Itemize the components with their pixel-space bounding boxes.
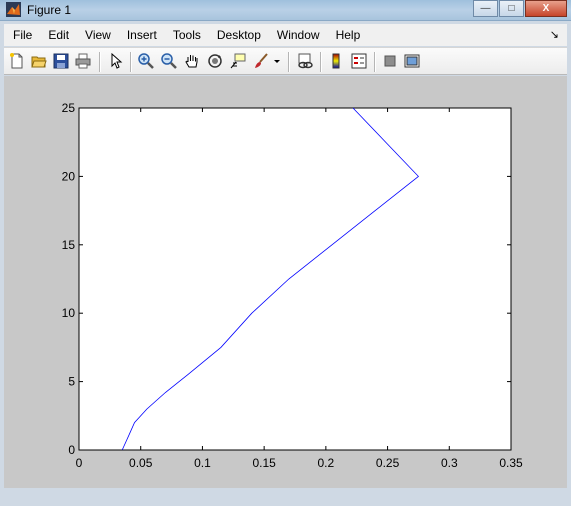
menu-help[interactable]: Help [328,24,369,46]
x-tick-label: 0.2 [318,456,335,470]
figure-window: Figure 1 — □ X File Edit View Insert Too… [0,0,571,506]
menu-bar: File Edit View Insert Tools Desktop Wind… [4,24,567,46]
hide-plot-tools-icon[interactable] [381,52,399,70]
toolbar-separator [320,52,322,72]
x-tick-label: 0.05 [129,456,153,470]
minimize-icon: — [480,3,491,14]
rotate-3d-icon[interactable] [206,52,224,70]
zoom-out-icon[interactable] [160,52,178,70]
y-tick-label: 25 [62,101,76,115]
figure-toolbar [4,47,567,75]
toolbar-separator [288,52,290,72]
toolbar-separator [130,52,132,72]
close-icon: X [542,3,550,14]
new-figure-icon[interactable] [8,52,26,70]
x-tick-label: 0.15 [252,456,276,470]
toolbar-separator [374,52,376,72]
print-figure-icon[interactable] [74,52,92,70]
y-tick-label: 10 [62,306,76,320]
data-cursor-icon[interactable] [229,52,247,70]
edit-plot-icon[interactable] [107,52,125,70]
insert-legend-icon[interactable] [350,52,368,70]
x-tick-label: 0 [76,456,83,470]
menu-tools[interactable]: Tools [165,24,209,46]
x-tick-label: 0.25 [376,456,400,470]
menu-view[interactable]: View [77,24,119,46]
brush-dropdown-icon[interactable] [272,52,282,70]
insert-colorbar-icon[interactable] [327,52,345,70]
window-bottom-border [4,488,567,502]
y-tick-label: 15 [62,238,76,252]
zoom-in-icon[interactable] [137,52,155,70]
close-button[interactable]: X [525,0,567,17]
pan-icon[interactable] [183,52,201,70]
minimize-button[interactable]: — [473,0,498,17]
menu-file[interactable]: File [4,24,40,46]
maximize-button[interactable]: □ [499,0,524,17]
link-plot-icon[interactable] [296,52,314,70]
menu-insert[interactable]: Insert [119,24,165,46]
plot-axes[interactable]: 0 0.05 0.1 0.15 0.2 0.25 0.3 0.35 0 5 10 15 20 25 [4,76,567,488]
toolbar-separator [99,52,101,72]
maximize-icon: □ [508,3,515,14]
y-tick-label: 0 [68,443,75,457]
axes-box [78,107,512,451]
show-plot-tools-icon[interactable] [403,52,421,70]
save-figure-icon[interactable] [52,52,70,70]
matlab-logo-icon [6,2,21,17]
menu-desktop[interactable]: Desktop [209,24,269,46]
y-tick-label: 5 [68,375,75,389]
window-controls: — □ X [473,0,567,18]
title-bar[interactable]: Figure 1 — □ X [0,0,571,21]
x-tick-label: 0.35 [499,456,523,470]
x-tick-label: 0.1 [194,456,211,470]
open-file-icon[interactable] [30,52,48,70]
figure-canvas[interactable]: 0 0.05 0.1 0.15 0.2 0.25 0.3 0.35 0 5 10 15 20 25 [4,76,567,488]
y-tick-label: 20 [62,169,76,183]
window-title: Figure 1 [27,3,72,17]
menu-edit[interactable]: Edit [40,24,77,46]
menu-window[interactable]: Window [269,24,328,46]
dock-arrow-icon[interactable]: ↘ [550,28,559,41]
x-tick-label: 0.3 [441,456,458,470]
brush-icon[interactable] [252,52,270,70]
